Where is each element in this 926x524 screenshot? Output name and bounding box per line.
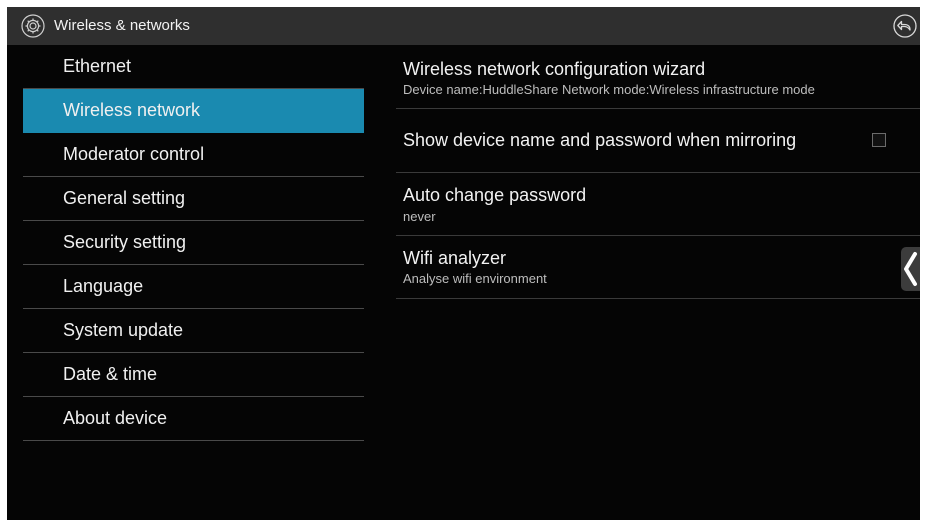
sidebar-item-label: Ethernet	[63, 56, 132, 76]
sidebar-item-general-setting[interactable]: General setting	[23, 177, 364, 221]
wifi-config-wizard-row[interactable]: Wireless network configuration wizard De…	[396, 45, 920, 109]
sidebar-item-label: Moderator control	[63, 144, 205, 164]
sidebar-item-date-time[interactable]: Date & time	[23, 353, 364, 397]
sidebar-item-label: Date & time	[63, 364, 158, 384]
row-summary: Analyse wifi environment	[403, 271, 547, 286]
sidebar-item-language[interactable]: Language	[23, 265, 364, 309]
sidebar-item-label: Wireless network	[63, 100, 201, 120]
row-title: Show device name and password when mirro…	[403, 130, 797, 150]
side-drawer-tab[interactable]	[901, 247, 920, 291]
row-title: Wireless network configuration wizard	[403, 59, 706, 79]
auto-change-password-row[interactable]: Auto change password never	[396, 173, 920, 236]
sidebar-item-system-update[interactable]: System update	[23, 309, 364, 353]
row-title: Wifi analyzer	[403, 248, 507, 268]
gear-icon[interactable]	[21, 14, 45, 38]
chevron-left-icon	[904, 252, 917, 286]
sidebar: Ethernet Wireless network Moderator cont…	[23, 45, 364, 441]
sidebar-item-label: Language	[63, 276, 144, 296]
wifi-analyzer-row[interactable]: Wifi analyzer Analyse wifi environment	[396, 236, 920, 299]
row-summary: Device name:HuddleShare Network mode:Wir…	[403, 82, 815, 97]
settings-screen: Wireless & networks Ethernet Wireless ne…	[7, 7, 920, 520]
sidebar-item-security-setting[interactable]: Security setting	[23, 221, 364, 265]
show-name-password-row[interactable]: Show device name and password when mirro…	[396, 109, 920, 173]
sidebar-item-label: Security setting	[63, 232, 187, 252]
mirroring-checkbox[interactable]	[872, 133, 886, 147]
sidebar-item-label: About device	[63, 408, 168, 428]
row-title: Auto change password	[403, 185, 587, 205]
page-title: Wireless & networks	[54, 17, 190, 34]
sidebar-item-moderator-control[interactable]: Moderator control	[23, 133, 364, 177]
sidebar-item-label: System update	[63, 320, 184, 340]
title-bar: Wireless & networks	[7, 7, 920, 45]
sidebar-item-label: General setting	[63, 188, 186, 208]
settings-list: Wireless network configuration wizard De…	[396, 45, 920, 299]
row-summary: never	[403, 209, 436, 224]
sidebar-item-ethernet[interactable]: Ethernet	[23, 45, 364, 89]
sidebar-item-wireless-network[interactable]: Wireless network	[23, 89, 364, 133]
back-icon[interactable]	[893, 14, 917, 38]
sidebar-item-about-device[interactable]: About device	[23, 397, 364, 441]
